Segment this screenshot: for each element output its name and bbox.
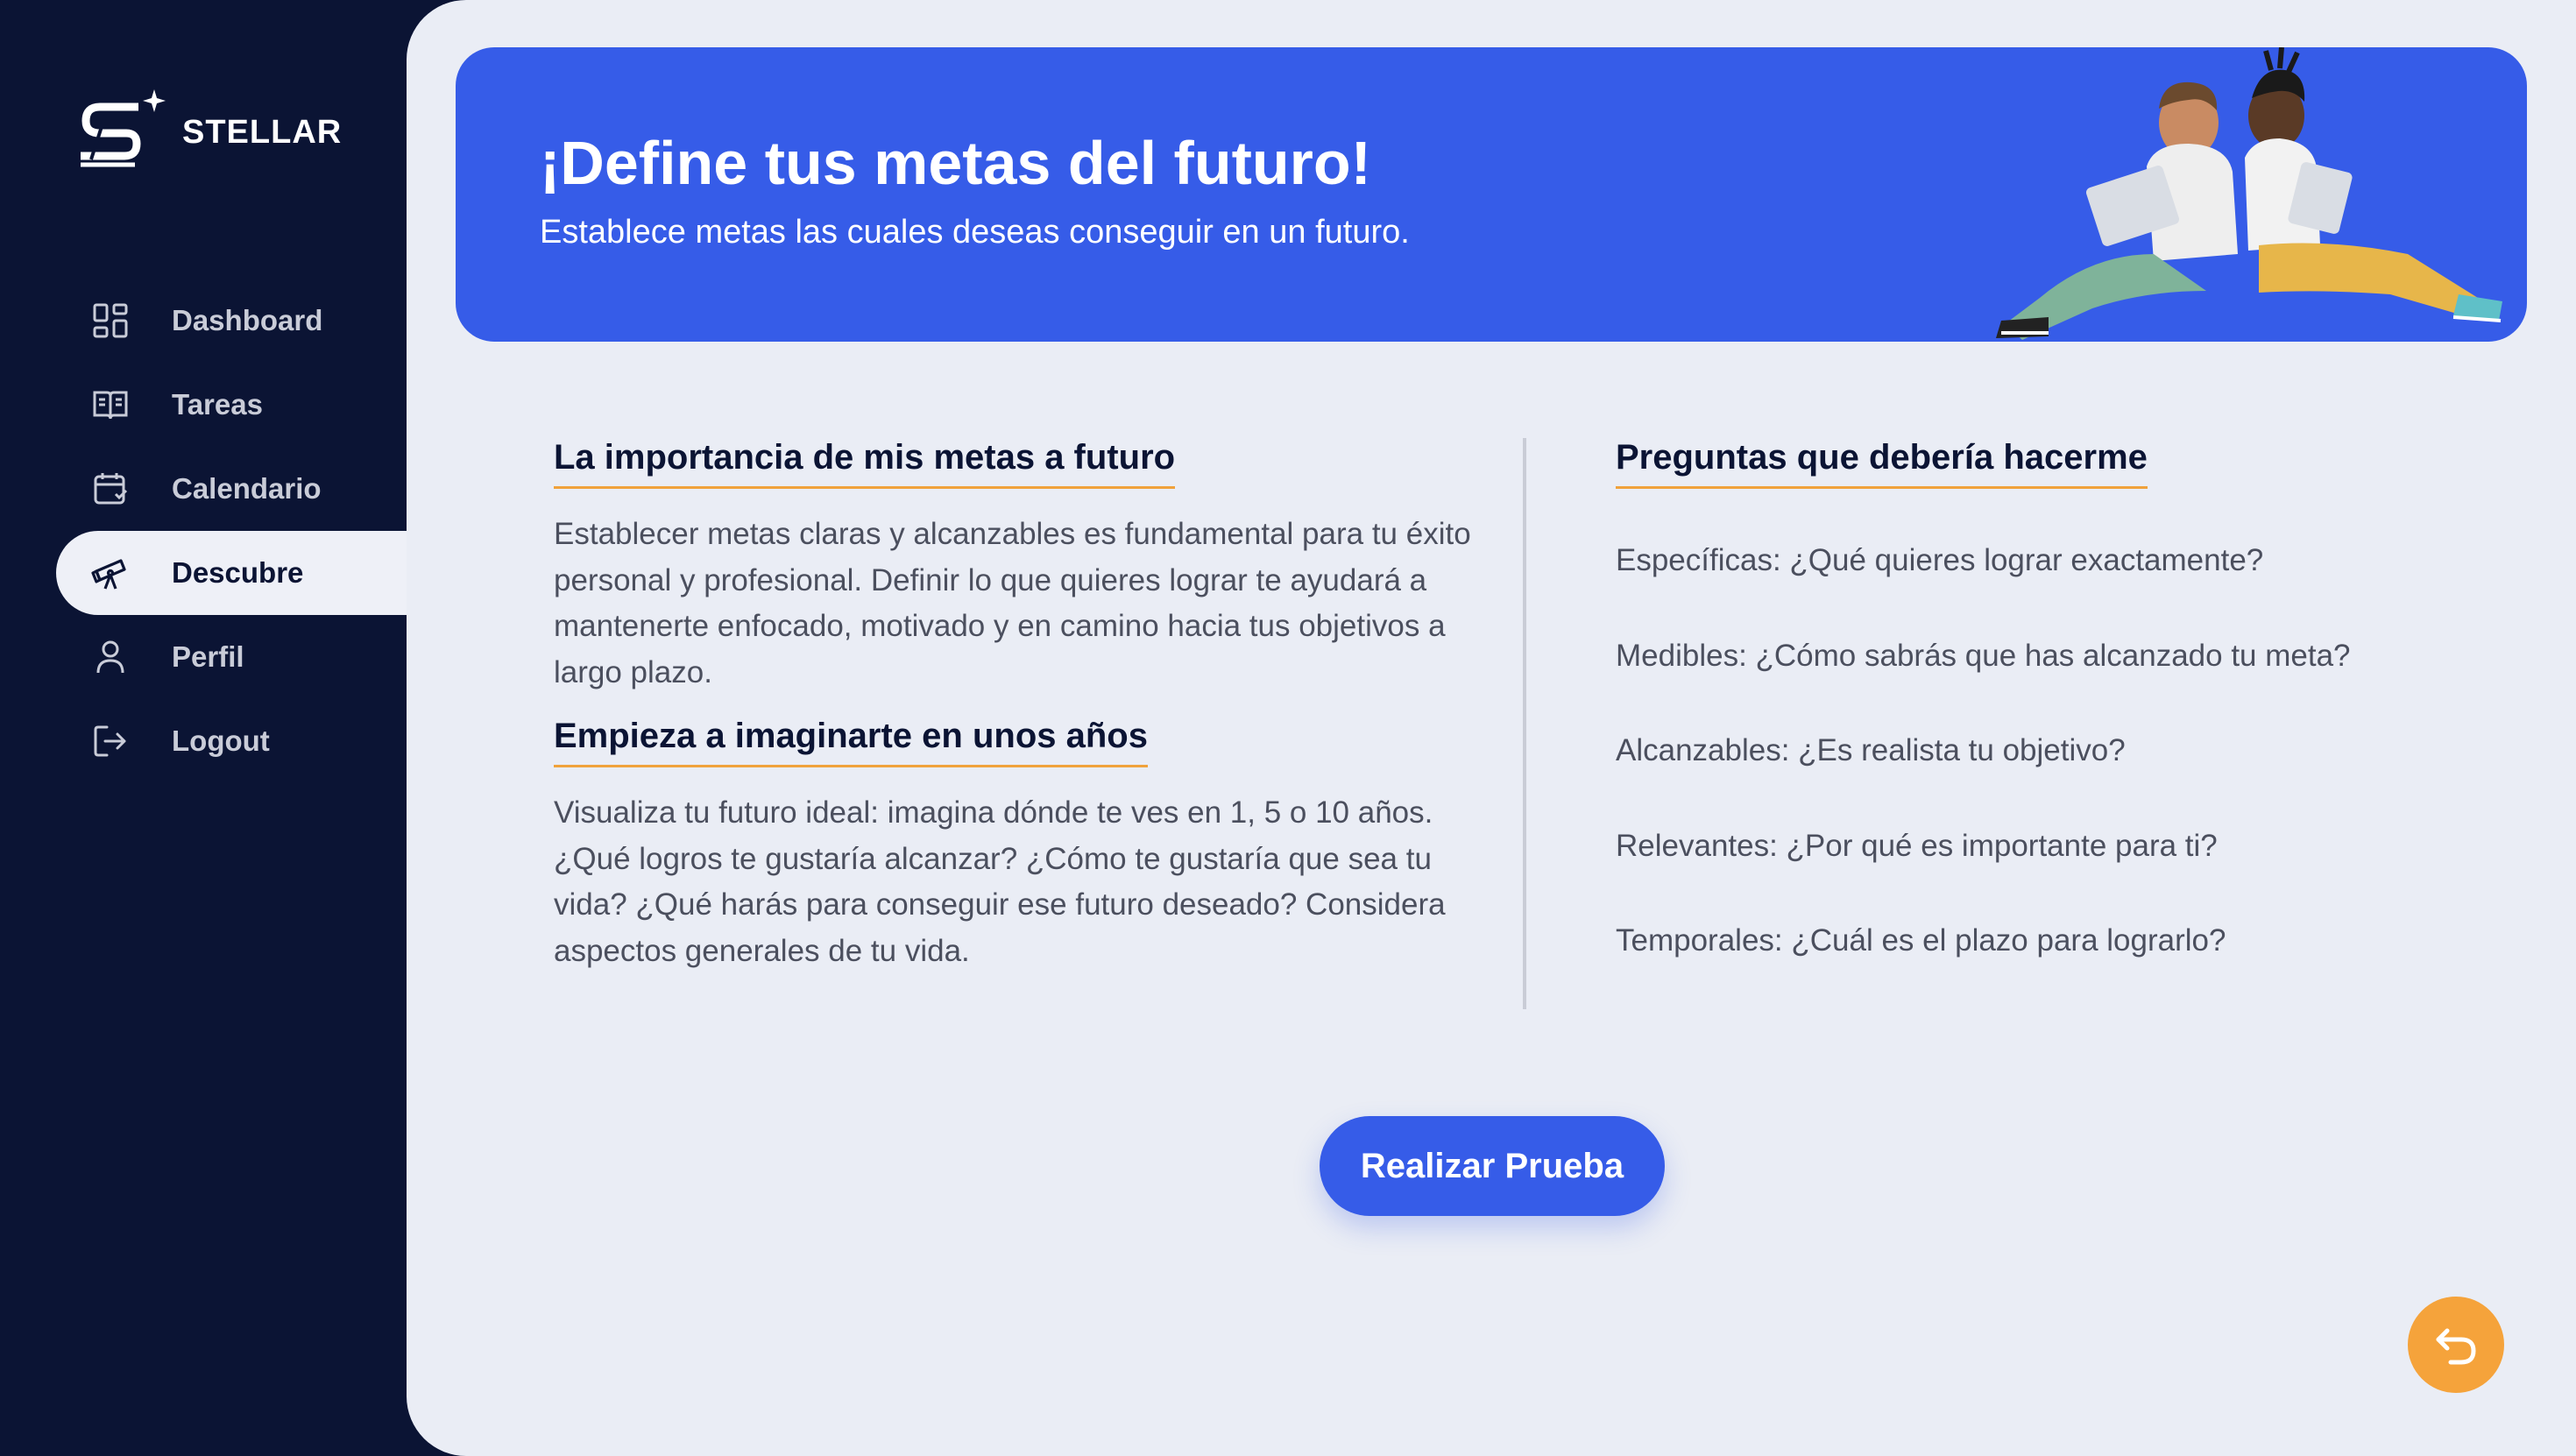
stellar-logo-icon [81,89,166,167]
importance-section-title: La importancia de mis metas a futuro [554,438,1176,489]
sidebar-item-label: Tareas [172,388,263,421]
questions-section-title: Preguntas que debería hacerme [1616,438,2148,489]
hero-banner: ¡Define tus metas del futuro! Establece … [456,47,2527,342]
sidebar-item-label: Calendario [172,472,322,505]
sidebar-item-label: Perfil [172,640,244,673]
sidebar: STELLAR Dashboard Tareas Calendario Desc… [0,0,407,1456]
brand-logo[interactable]: STELLAR [74,81,342,172]
take-test-button[interactable]: Realizar Prueba [1320,1116,1665,1216]
sidebar-item-calendario[interactable]: Calendario [56,447,407,531]
user-icon [68,615,152,699]
banner-subtitle: Establece metas las cuales deseas conseg… [540,214,1410,251]
calendar-icon [68,447,152,531]
back-button[interactable] [2408,1297,2504,1393]
telescope-icon [68,531,152,615]
sidebar-nav: Dashboard Tareas Calendario Descubre Per… [56,279,407,783]
list-item: Alcanzables: ¿Es realista tu objetivo? [1616,733,2126,767]
sidebar-item-tareas[interactable]: Tareas [56,363,407,447]
brand-name: STELLAR [182,113,343,151]
sidebar-item-label: Dashboard [172,304,323,336]
sidebar-item-label: Logout [172,724,270,757]
questions-list: Específicas: ¿Qué quieres lograr exactam… [1616,543,2576,1019]
main-content: ¡Define tus metas del futuro! Establece … [407,0,2576,1456]
sidebar-item-label: Descubre [172,556,304,589]
undo-arrow-icon [2436,1328,2476,1365]
sidebar-item-logout[interactable]: Logout [56,699,407,783]
sidebar-item-perfil[interactable]: Perfil [56,615,407,699]
students-illustration-icon [1996,47,2502,340]
book-icon [68,363,152,447]
list-item: Específicas: ¿Qué quieres lograr exactam… [1616,543,2264,577]
logout-icon [68,699,152,783]
imagine-section-title: Empieza a imaginarte en unos años [554,717,1148,767]
dashboard-grid-icon [68,279,152,363]
sidebar-item-descubre[interactable]: Descubre [56,531,407,615]
list-item: Relevantes: ¿Por qué es importante para … [1616,828,2218,863]
right-column: Preguntas que debería hacerme Específica… [1616,438,2576,1019]
sidebar-item-dashboard[interactable]: Dashboard [56,279,407,363]
left-column: La importancia de mis metas a futuro Est… [554,438,1483,974]
list-item: Temporales: ¿Cuál es el plazo para logra… [1616,923,2226,958]
importance-section-text: Establecer metas claras y alcanzables es… [554,517,1471,689]
imagine-section-text: Visualiza tu futuro ideal: imagina dónde… [554,795,1446,968]
list-item: Medibles: ¿Cómo sabrás que has alcanzado… [1616,638,2351,673]
banner-title: ¡Define tus metas del futuro! [540,129,1371,197]
column-divider [1523,438,1526,1009]
